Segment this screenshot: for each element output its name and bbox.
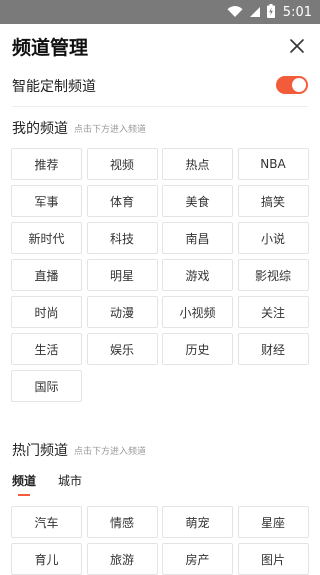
channel-chip[interactable]: 南昌 <box>162 222 233 254</box>
channel-chip[interactable]: 视频 <box>86 148 158 180</box>
channel-chip[interactable]: NBA <box>237 148 309 180</box>
my-channels-hint: 点击下方进入频道 <box>74 125 147 135</box>
divider <box>12 106 308 107</box>
status-icons: 5:01 <box>227 0 312 24</box>
channel-chip[interactable]: 小视频 <box>162 296 233 328</box>
channel-chip[interactable]: 汽车 <box>11 506 82 538</box>
hot-channels-tabs: 频道 城市 <box>12 472 82 496</box>
tab-cities[interactable]: 城市 <box>58 472 82 496</box>
status-time: 5:01 <box>282 4 312 20</box>
channel-chip[interactable]: 影视综 <box>237 259 309 291</box>
channel-chip[interactable]: 旅游 <box>86 543 158 575</box>
channel-chip[interactable]: 生活 <box>11 333 82 365</box>
channel-chip[interactable]: 时尚 <box>11 296 82 328</box>
channel-chip[interactable]: 搞笑 <box>237 185 309 217</box>
channel-chip[interactable]: 新时代 <box>11 222 82 254</box>
channel-chip[interactable]: 财经 <box>237 333 309 365</box>
hot-channels-hint: 点击下方进入频道 <box>74 447 147 457</box>
tab-channels[interactable]: 频道 <box>12 472 36 496</box>
page-title: 频道管理 <box>12 37 89 59</box>
my-channels-title: 我的频道 <box>12 121 68 137</box>
smart-channel-label: 智能定制频道 <box>12 79 96 95</box>
channel-chip[interactable]: 游戏 <box>162 259 233 291</box>
hot-channels-grid: 汽车 情感 萌宠 星座育儿 旅游 房产 图片 <box>11 506 309 575</box>
status-bar: 5:01 <box>0 0 320 24</box>
my-channels-grid: 推荐 视频 热点 NBA 军事 体育 美食 搞笑新时代 科技 南昌 小说直播 明星 游戏 影视综时尚 动漫小… <box>11 148 309 402</box>
channel-chip[interactable]: 娱乐 <box>86 333 158 365</box>
hot-channels-title: 热门频道 <box>12 443 68 459</box>
channel-chip[interactable]: 推荐 <box>11 148 82 180</box>
channel-chip[interactable]: 美食 <box>162 185 233 217</box>
toggle-knob <box>292 78 306 92</box>
channel-chip[interactable]: 房产 <box>162 543 233 575</box>
channel-chip[interactable]: 国际 <box>11 370 82 402</box>
close-icon <box>290 39 304 53</box>
channel-chip[interactable]: 体育 <box>86 185 158 217</box>
channel-chip[interactable]: 科技 <box>86 222 158 254</box>
channel-chip[interactable]: 图片 <box>237 543 309 575</box>
close-button[interactable] <box>288 37 306 55</box>
channel-chip[interactable]: 明星 <box>86 259 158 291</box>
signal-icon <box>249 3 261 22</box>
channel-chip[interactable]: 直播 <box>11 259 82 291</box>
wifi-icon <box>227 3 243 22</box>
channel-chip[interactable]: 历史 <box>162 333 233 365</box>
channel-chip[interactable]: 小说 <box>237 222 309 254</box>
channel-chip[interactable]: 热点 <box>162 148 233 180</box>
channel-chip[interactable]: 育儿 <box>11 543 82 575</box>
channel-chip[interactable]: 萌宠 <box>162 506 233 538</box>
channel-chip[interactable]: 关注 <box>237 296 309 328</box>
channel-chip[interactable]: 情感 <box>86 506 158 538</box>
channel-chip[interactable]: 动漫 <box>86 296 158 328</box>
channel-chip[interactable]: 军事 <box>11 185 82 217</box>
channel-chip[interactable]: 星座 <box>237 506 309 538</box>
smart-channel-toggle[interactable] <box>276 76 308 94</box>
header: 频道管理 <box>0 24 320 68</box>
smart-channel-row: 智能定制频道 <box>12 74 308 98</box>
battery-icon <box>266 3 275 22</box>
